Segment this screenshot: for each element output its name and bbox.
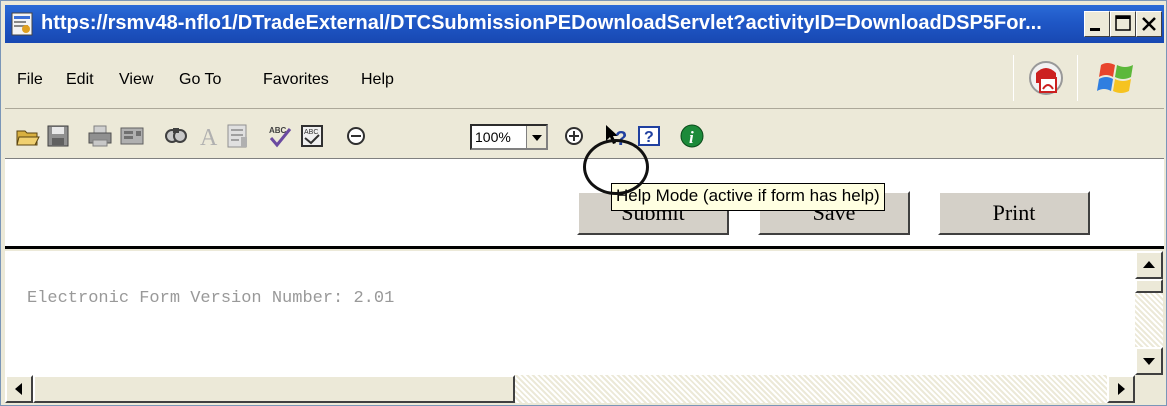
menu-separator bbox=[1013, 55, 1014, 101]
menu-separator bbox=[1077, 55, 1078, 101]
spellcheck-icon[interactable]: ABC bbox=[267, 123, 293, 149]
find-icon[interactable] bbox=[163, 123, 189, 149]
version-number: 2.01 bbox=[353, 289, 395, 308]
highlight-circle bbox=[583, 139, 649, 195]
pdf-logo-icon[interactable] bbox=[1023, 55, 1069, 101]
svg-text:ABC: ABC bbox=[304, 129, 318, 136]
zoom-value: 100% bbox=[475, 129, 511, 145]
scroll-left-button[interactable] bbox=[5, 375, 33, 403]
horizontal-scroll-thumb[interactable] bbox=[33, 375, 515, 403]
help-icon[interactable]: ? bbox=[637, 123, 663, 149]
chevron-down-icon[interactable] bbox=[526, 126, 546, 148]
scrollbar-corner bbox=[1135, 375, 1163, 403]
info-icon[interactable]: i bbox=[679, 123, 705, 149]
close-button[interactable] bbox=[1136, 11, 1162, 37]
text-icon[interactable]: A bbox=[196, 123, 222, 149]
scroll-up-button[interactable] bbox=[1135, 251, 1163, 279]
reader-toolbar: A ABC ABC 100% ? ? i bbox=[5, 111, 1164, 159]
zoom-out-icon[interactable] bbox=[343, 123, 369, 149]
print-icon[interactable] bbox=[87, 123, 113, 149]
print-button[interactable]: Print bbox=[938, 191, 1090, 235]
zoom-in-icon[interactable] bbox=[561, 123, 587, 149]
svg-text:i: i bbox=[689, 128, 694, 147]
svg-text:A: A bbox=[200, 125, 218, 149]
menu-favorites[interactable]: Favorites bbox=[263, 71, 329, 89]
close-icon bbox=[1142, 17, 1156, 31]
browser-window: https://rsmv48-nflo1/DTradeExternal/DTCS… bbox=[0, 0, 1167, 406]
scroll-down-button[interactable] bbox=[1135, 347, 1163, 375]
title-bar[interactable]: https://rsmv48-nflo1/DTradeExternal/DTCS… bbox=[5, 5, 1164, 43]
ie-page-icon bbox=[11, 12, 33, 36]
version-label: Electronic Form Version Number: 2.01 bbox=[27, 289, 394, 308]
page-icon[interactable] bbox=[225, 123, 251, 149]
horizontal-scrollbar[interactable] bbox=[5, 375, 1135, 403]
vertical-scrollbar[interactable] bbox=[1135, 251, 1163, 375]
maximize-icon bbox=[1115, 15, 1131, 31]
save-icon[interactable] bbox=[45, 123, 71, 149]
menu-go-to[interactable]: Go To bbox=[179, 71, 221, 89]
menu-file[interactable]: File bbox=[17, 71, 43, 89]
svg-text:ABC: ABC bbox=[269, 126, 287, 135]
form-icon[interactable]: ABC bbox=[299, 123, 325, 149]
minimize-icon bbox=[1090, 28, 1100, 31]
menu-bar: File Edit View Go To Favorites Help bbox=[5, 47, 1164, 109]
arrow-right-icon bbox=[1118, 383, 1125, 395]
help-mode-tooltip: Help Mode (active if form has help) bbox=[611, 183, 885, 211]
window-title: https://rsmv48-nflo1/DTradeExternal/DTCS… bbox=[41, 12, 1042, 34]
arrow-down-icon bbox=[1143, 358, 1155, 365]
arrow-left-icon bbox=[15, 383, 22, 395]
open-icon[interactable] bbox=[15, 123, 41, 149]
arrow-up-icon bbox=[1143, 261, 1155, 268]
email-icon[interactable] bbox=[119, 123, 145, 149]
version-label-text: Electronic Form Version Number: bbox=[27, 289, 344, 308]
minimize-button[interactable] bbox=[1084, 11, 1110, 37]
svg-text:?: ? bbox=[644, 129, 654, 146]
maximize-button[interactable] bbox=[1110, 11, 1136, 37]
scroll-right-button[interactable] bbox=[1107, 375, 1135, 403]
vertical-scroll-thumb[interactable] bbox=[1135, 279, 1163, 293]
menu-help[interactable]: Help bbox=[361, 71, 394, 89]
form-content: Electronic Form Version Number: 2.01 bbox=[5, 251, 1135, 375]
menu-view[interactable]: View bbox=[119, 71, 153, 89]
zoom-dropdown[interactable]: 100% bbox=[470, 124, 548, 150]
windows-flag-icon bbox=[1093, 55, 1139, 101]
menu-edit[interactable]: Edit bbox=[66, 71, 94, 89]
